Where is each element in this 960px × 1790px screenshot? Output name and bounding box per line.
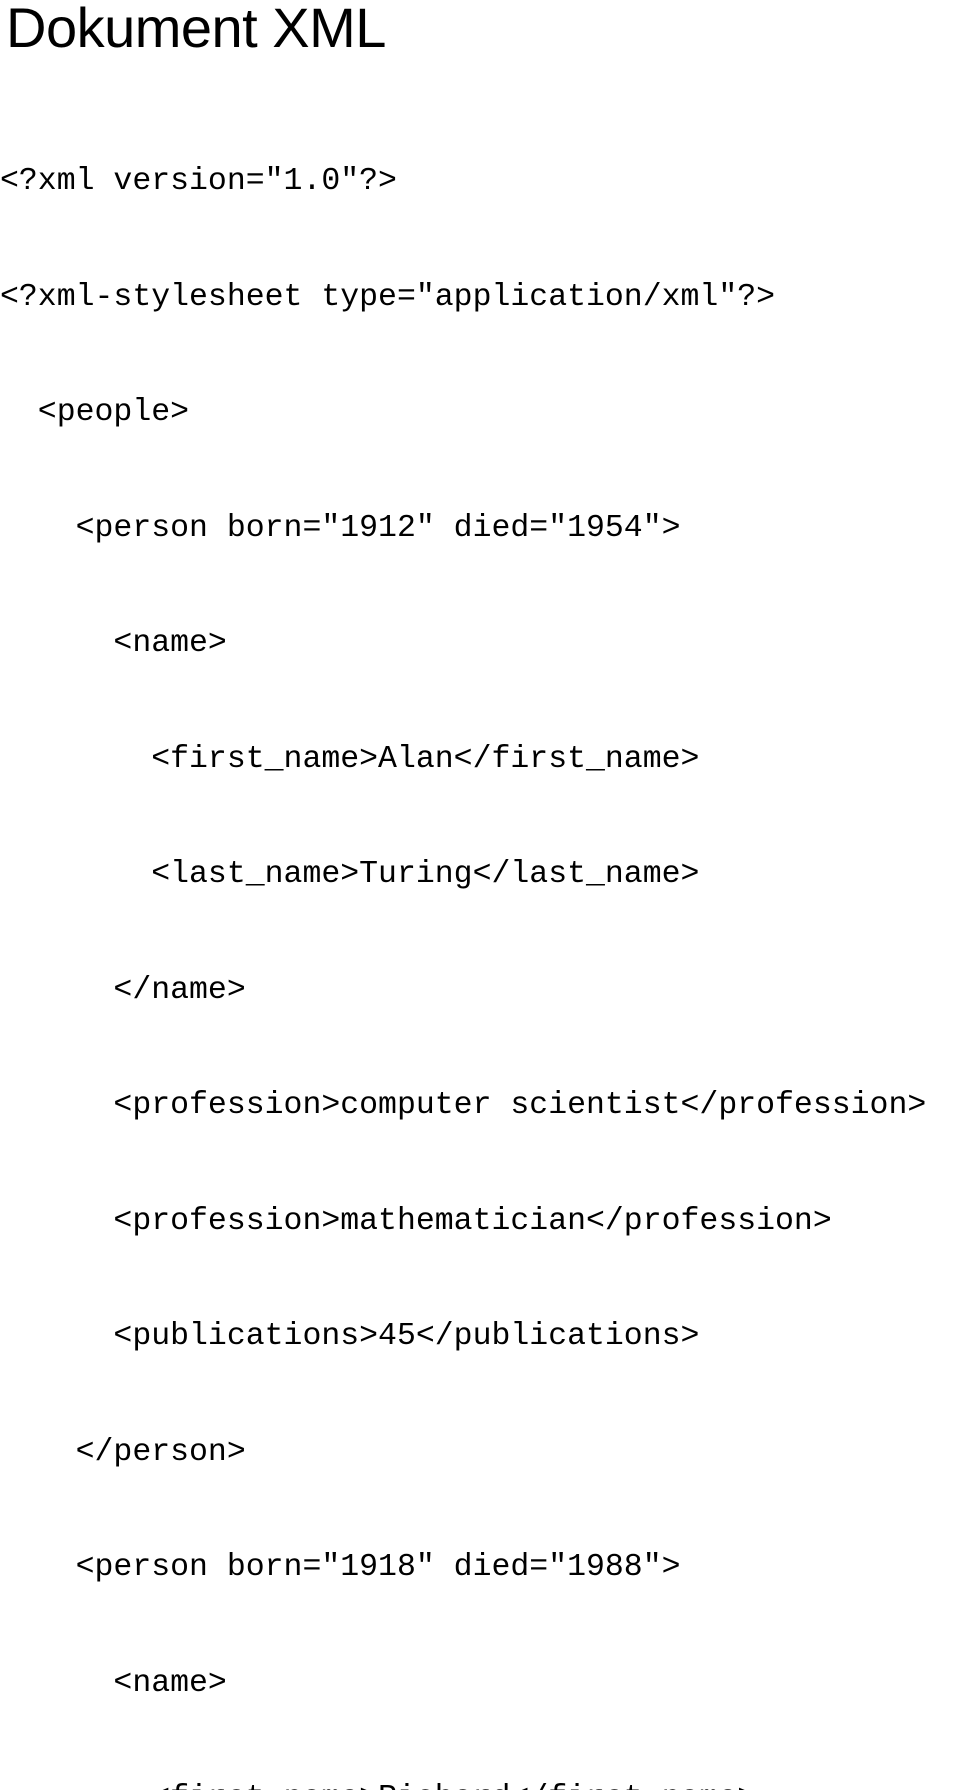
code-line: <name> [0, 1665, 227, 1701]
code-line: <person born="1918" died="1988"> [0, 1550, 681, 1585]
code-line: <publications>45</publications> [0, 1319, 700, 1354]
code-line: <first_name>Alan</first_name> [0, 741, 700, 777]
code-line: <last_name>Turing</last_name> [0, 857, 700, 892]
code-line: <profession>computer scientist</professi… [0, 1088, 927, 1123]
code-line: <?xml-stylesheet type="application/xml"?… [0, 279, 776, 315]
code-line: <profession>mathematician</profession> [0, 1203, 832, 1239]
code-line: <name> [0, 626, 227, 661]
code-line: </person> [0, 1434, 246, 1470]
code-line: <person born="1912" died="1954"> [0, 510, 681, 546]
page-title: Dokument XML [6, 0, 386, 59]
slide-canvas: Dokument XML <?xml version="1.0"?> <?xml… [0, 0, 960, 1790]
code-line: <first_name>Richard</first_name> [0, 1780, 960, 1790]
xml-code-block: <?xml version="1.0"?> <?xml-stylesheet t… [0, 86, 960, 1790]
code-line: </name> [0, 972, 246, 1008]
code-line: <?xml version="1.0"?> [0, 164, 397, 199]
code-line: <people> [0, 395, 190, 430]
